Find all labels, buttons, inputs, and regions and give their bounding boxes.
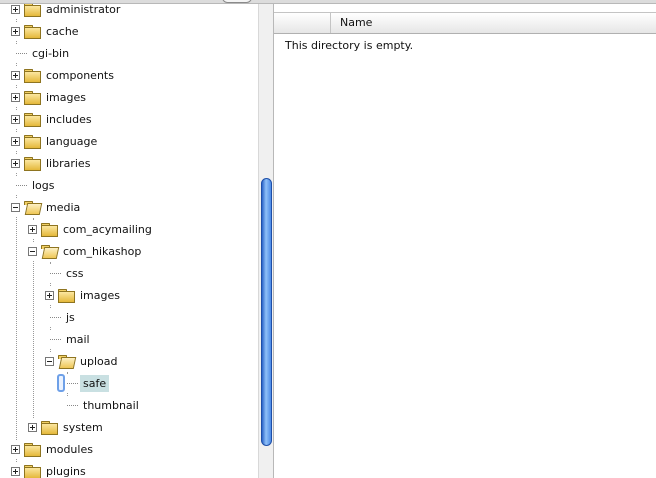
folder-icon <box>58 288 75 303</box>
tree-item-label: cache <box>46 24 79 38</box>
folder-icon <box>41 420 58 435</box>
folder-open-icon <box>58 354 74 368</box>
tree-item-label: upload <box>80 354 118 368</box>
tree-item-language[interactable]: language <box>11 132 101 150</box>
tree-item-media[interactable]: media <box>11 198 84 216</box>
expand-plus-icon[interactable] <box>11 26 20 36</box>
folder-icon <box>24 442 41 457</box>
folder-icon <box>24 24 41 39</box>
tree-connector <box>50 316 61 318</box>
tree-item-label: libraries <box>46 156 91 170</box>
tree-item-label: images <box>80 288 120 302</box>
folder-open-icon <box>24 200 40 214</box>
tree-item-label: safe <box>80 374 110 392</box>
selection-focus-marker <box>57 374 65 392</box>
tree-item-js[interactable]: js <box>45 308 78 326</box>
tree-item-label: system <box>63 420 103 434</box>
tree-item-cache[interactable]: cache <box>11 22 82 40</box>
tree-connector <box>67 404 78 406</box>
tree-item-logs[interactable]: logs <box>11 176 58 194</box>
tree-item-com-hikashop[interactable]: com_hikashop <box>28 242 145 260</box>
tree-item-safe[interactable]: safe <box>62 374 110 392</box>
tree-connector <box>67 382 78 384</box>
folder-icon <box>24 112 41 127</box>
tree-item-label: js <box>66 310 75 324</box>
empty-directory-message: This directory is empty. <box>285 39 414 52</box>
folder-icon <box>24 156 41 171</box>
tree-item-libraries[interactable]: libraries <box>11 154 94 172</box>
tree-item-label: plugins <box>46 464 86 478</box>
tree-item-thumbnail[interactable]: thumbnail <box>62 396 142 414</box>
tree-item-label: media <box>46 200 81 214</box>
tree-item-images[interactable]: images <box>11 88 89 106</box>
tree-item-label: components <box>46 68 114 82</box>
column-header-name[interactable]: Name <box>340 16 372 29</box>
expand-plus-icon[interactable] <box>11 466 20 476</box>
folder-icon <box>24 134 41 149</box>
tree-item-label: cgi-bin <box>32 46 70 60</box>
folder-icon <box>24 90 41 105</box>
toolbar-control[interactable] <box>222 0 252 3</box>
expand-plus-icon[interactable] <box>11 136 20 146</box>
folder-icon <box>24 4 41 17</box>
expand-plus-icon[interactable] <box>45 290 54 300</box>
tree-item-includes[interactable]: includes <box>11 110 95 128</box>
tree-scrollbar[interactable] <box>258 4 274 478</box>
collapse-minus-icon[interactable] <box>28 246 37 256</box>
expand-plus-icon[interactable] <box>28 224 37 234</box>
file-list-header: Name <box>274 12 656 34</box>
tree-connector <box>16 52 27 54</box>
tree-item-images[interactable]: images <box>45 286 123 304</box>
tree-item-label: images <box>46 90 86 104</box>
tree-item-label: css <box>66 266 84 280</box>
tree-item-system[interactable]: system <box>28 418 106 436</box>
tree-item-label: logs <box>32 178 55 192</box>
expand-plus-icon[interactable] <box>28 422 37 432</box>
tree-item-label: language <box>46 134 98 148</box>
tree-item-label: modules <box>46 442 93 456</box>
expand-plus-icon[interactable] <box>11 70 20 80</box>
tree-item-mail[interactable]: mail <box>45 330 93 348</box>
tree-item-modules[interactable]: modules <box>11 440 96 458</box>
tree-connector <box>16 184 27 186</box>
tree-connector <box>50 272 61 274</box>
folder-icon <box>24 464 41 478</box>
tree-item-label: com_acymailing <box>63 222 152 236</box>
tree-connector <box>50 338 61 340</box>
tree-item-label: mail <box>66 332 90 346</box>
expand-plus-icon[interactable] <box>11 114 20 124</box>
column-header-icon[interactable] <box>274 13 331 33</box>
tree-item-css[interactable]: css <box>45 264 87 282</box>
file-list-pane: Name This directory is empty. <box>274 4 656 478</box>
tree-scrollbar-thumb[interactable] <box>261 178 272 446</box>
folder-icon <box>24 68 41 83</box>
tree-item-upload[interactable]: upload <box>45 352 121 370</box>
expand-plus-icon[interactable] <box>11 444 20 454</box>
tree-item-label: thumbnail <box>83 398 139 412</box>
directory-tree: administrator cache cgi-bin components image… <box>0 4 258 478</box>
tree-item-label: includes <box>46 112 92 126</box>
expand-plus-icon[interactable] <box>11 158 20 168</box>
tree-item-administrator[interactable]: administrator <box>11 4 124 18</box>
tree-item-plugins[interactable]: plugins <box>11 462 89 478</box>
tree-item-label: administrator <box>46 4 121 16</box>
expand-plus-icon[interactable] <box>11 4 20 14</box>
expand-plus-icon[interactable] <box>11 92 20 102</box>
tree-item-com-acymailing[interactable]: com_acymailing <box>28 220 155 238</box>
tree-item-components[interactable]: components <box>11 66 117 84</box>
collapse-minus-icon[interactable] <box>45 356 54 366</box>
tree-item-label: com_hikashop <box>63 244 142 258</box>
collapse-minus-icon[interactable] <box>11 202 20 212</box>
folder-icon <box>41 222 58 237</box>
tree-item-cgi-bin[interactable]: cgi-bin <box>11 44 73 62</box>
folder-open-icon <box>41 244 57 258</box>
